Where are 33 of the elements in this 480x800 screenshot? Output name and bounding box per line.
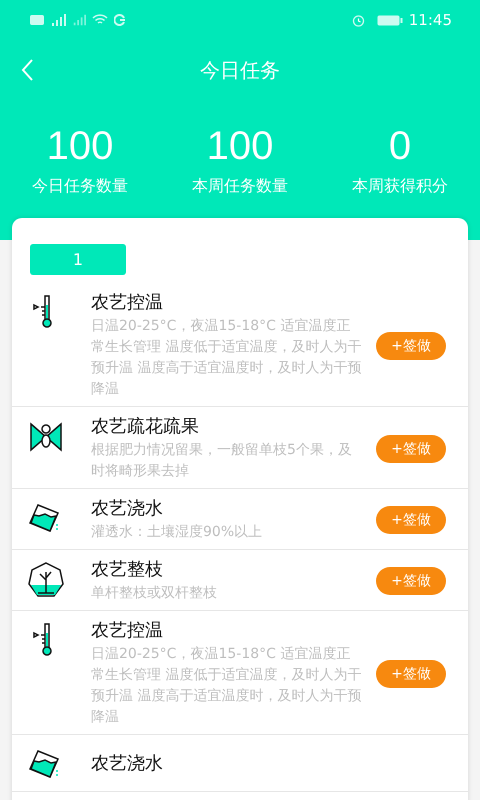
battery-icon bbox=[376, 14, 403, 26]
task-title: 农艺浇水 bbox=[91, 752, 164, 776]
task-description: 日温20-25°C，夜温15-18°C 适宜温度正常生长管理 温度低于适宜温度，及时人为干预升温 温度高于适宜温度时，及时人为干预降温 bbox=[91, 317, 362, 399]
task-title: 农艺整枝 bbox=[91, 558, 164, 582]
task-description: 日温20-25°C，夜温15-18°C 适宜温度正常生长管理 温度低于适宜温度，及时人为干预升温 温度高于适宜温度时，及时人为干预降温 bbox=[91, 645, 362, 727]
wifi-icon bbox=[92, 14, 108, 26]
hd-icon bbox=[30, 15, 44, 25]
task-title: 农艺疏花疏果 bbox=[91, 415, 200, 439]
signal-icon bbox=[50, 14, 66, 26]
stat-value: 100 bbox=[206, 123, 274, 170]
stat-value: 100 bbox=[46, 123, 114, 170]
stat-label: 本周获得积分 bbox=[352, 176, 448, 197]
alarm-icon bbox=[352, 14, 365, 26]
sync-icon bbox=[114, 14, 126, 26]
task-description: 根据肥力情况留果，一般留单枝5个果，及时将畸形果去掉 bbox=[91, 441, 353, 481]
task-title: 农艺控温 bbox=[91, 619, 164, 643]
task-title: 农艺浇水 bbox=[91, 497, 164, 521]
task-description: 灌透水：土壤湿度90%以上 bbox=[91, 523, 264, 542]
sign-button[interactable]: +签做 bbox=[376, 506, 446, 534]
page-title: 今日任务 bbox=[200, 56, 280, 84]
sign-button[interactable]: +签做 bbox=[376, 567, 446, 595]
tab[interactable]: 1 bbox=[30, 244, 126, 275]
signal-icon bbox=[72, 14, 86, 26]
sign-button[interactable]: +签做 bbox=[376, 434, 446, 462]
tree-icon bbox=[26, 560, 66, 600]
task-title: 农艺控温 bbox=[91, 291, 164, 315]
stat-label: 今日任务数量 bbox=[32, 176, 128, 197]
stat-label: 本周任务数量 bbox=[192, 176, 288, 197]
task-description: 单杆整枝或双杆整枝 bbox=[91, 584, 218, 603]
status-time: 11:45 bbox=[408, 11, 452, 29]
sign-button[interactable]: +签做 bbox=[376, 660, 446, 688]
stat-value: 0 bbox=[388, 123, 412, 170]
sign-button[interactable]: +签做 bbox=[376, 332, 446, 360]
